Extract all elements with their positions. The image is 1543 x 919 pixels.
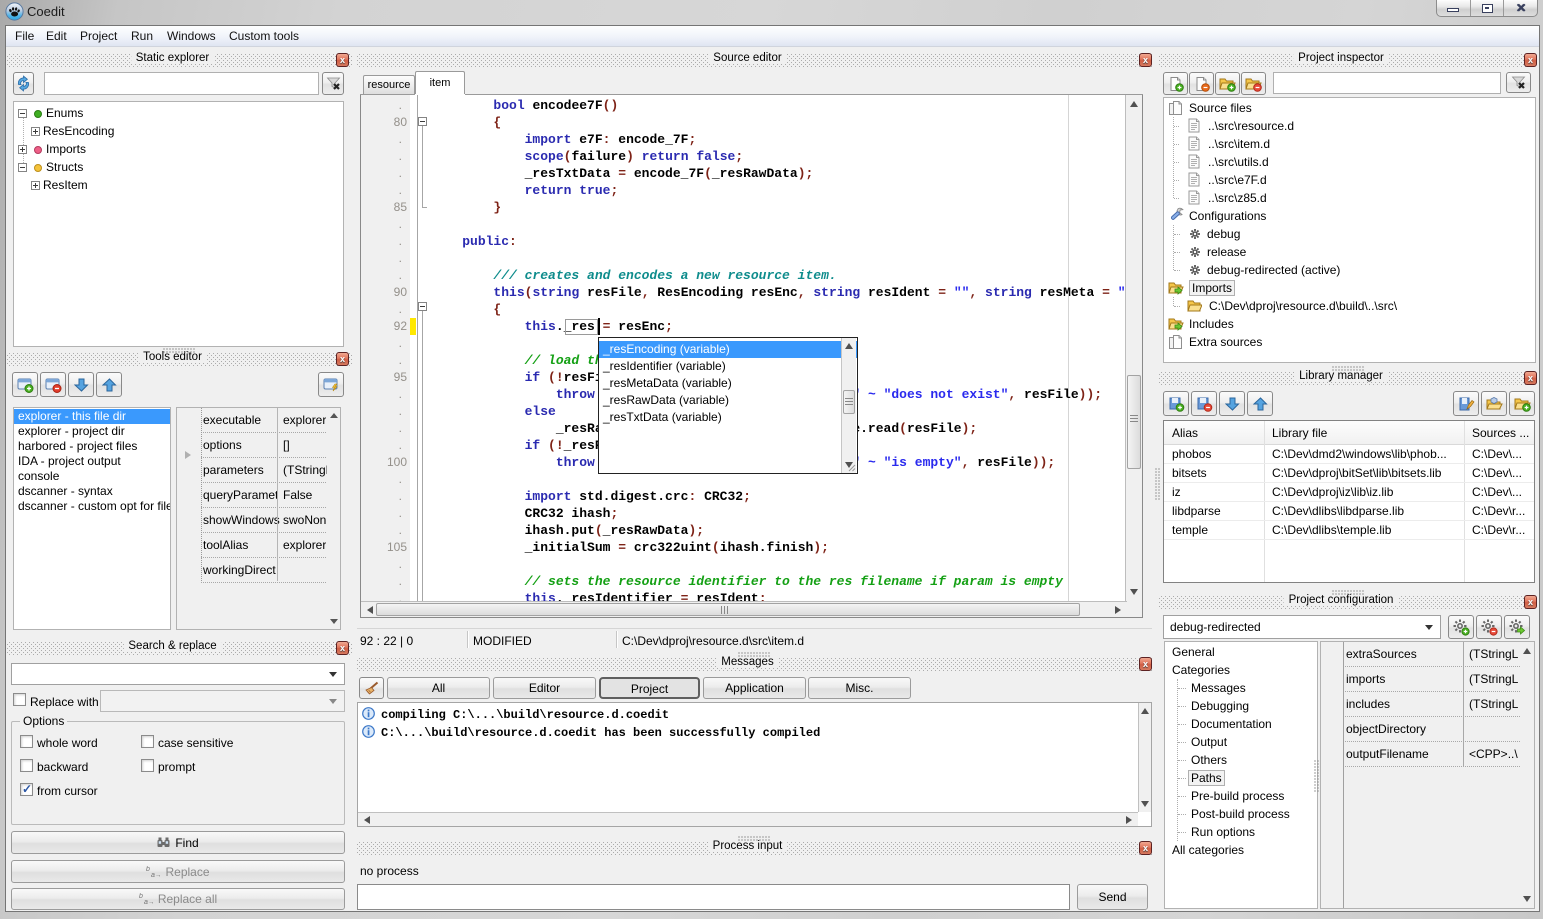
- svg-text:b: b: [139, 893, 143, 900]
- svg-text:a→: a→: [144, 899, 153, 905]
- svg-text:a→: a→: [151, 872, 160, 878]
- svg-text:b: b: [146, 866, 150, 873]
